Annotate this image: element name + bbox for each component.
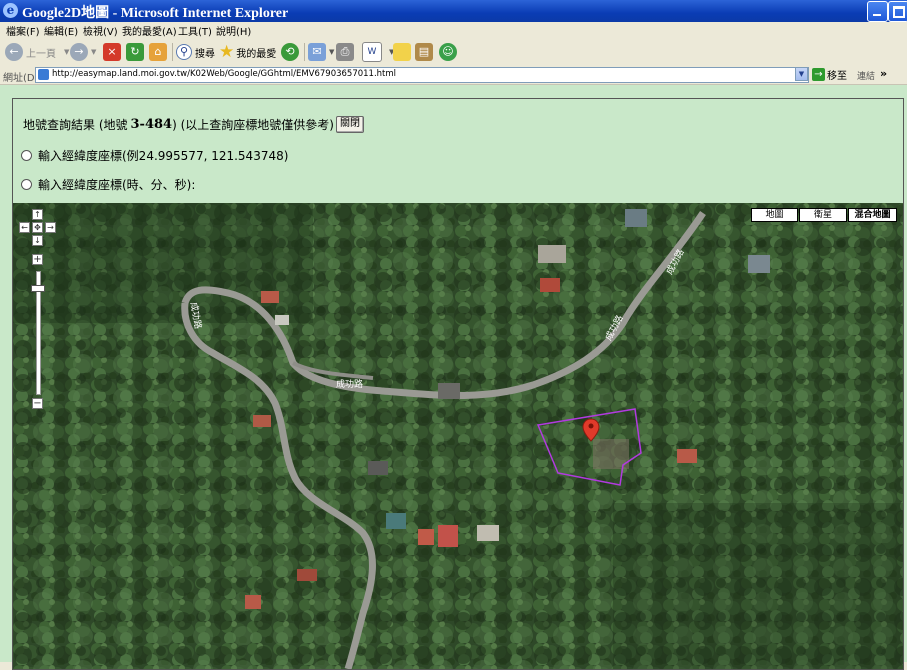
pan-left-icon[interactable]: ← xyxy=(19,222,30,233)
home-button[interactable]: ⌂ xyxy=(149,42,170,62)
pan-right-icon[interactable]: → xyxy=(45,222,56,233)
page-icon xyxy=(38,69,49,80)
road-label: 成功路 xyxy=(336,380,364,390)
address-dropdown[interactable]: ▼ xyxy=(795,67,808,81)
note-icon xyxy=(393,43,411,61)
forward-button[interactable]: → ▼ xyxy=(70,42,96,62)
latlng-decimal-label: 輸入經緯度座標(例24.995577, 121.543748) xyxy=(38,149,289,163)
close-button[interactable]: 關閉 xyxy=(335,116,364,133)
query-result: 地號查詢結果 (地號 3-484 ) (以上查詢座標地號僅供參考) 關閉 xyxy=(23,116,364,133)
minimize-button[interactable] xyxy=(867,1,888,22)
latlng-dms-option[interactable]: 輸入經緯度座標(時、分、秒): xyxy=(21,176,195,193)
radio-dms[interactable] xyxy=(21,179,32,190)
back-button[interactable]: ← 上一頁 ▼ xyxy=(5,42,69,62)
history-button[interactable]: ⟲ xyxy=(281,42,302,62)
result-prefix: 地號查詢結果 (地號 xyxy=(23,118,128,132)
edit-button[interactable]: W ▼ xyxy=(362,42,394,62)
maximize-button[interactable] xyxy=(888,1,907,22)
discuss-button[interactable] xyxy=(393,42,414,62)
address-input[interactable]: http://easymap.land.moi.gov.tw/K02Web/Go… xyxy=(35,67,809,83)
messenger-button[interactable]: ☺ xyxy=(439,42,460,62)
toolbar: ← 上一頁 ▼ → ▼ × ↻ ⌂ ⚲ 搜尋 ★ 我的最愛 ⟲ ✉ ▼ ⎙ W ▼ … xyxy=(0,38,907,67)
satellite-map[interactable]: 成功路 成功路 成功路 成功路 地圖 衛星 混合地圖 ↑ ← ✥ → ↓ + − xyxy=(13,203,903,669)
maptype-map-button[interactable]: 地圖 xyxy=(751,208,798,222)
menu-file[interactable]: 檔案(F) xyxy=(6,23,40,38)
pan-down-icon[interactable]: ↓ xyxy=(32,235,43,246)
go-button[interactable]: → 移至 xyxy=(812,67,847,82)
window-titlebar: e Google2D地圖 - Microsoft Internet Explor… xyxy=(0,0,907,22)
back-arrow-icon: ← xyxy=(5,43,23,61)
refresh-button[interactable]: ↻ xyxy=(126,42,147,62)
address-bar: 網址(D) http://easymap.land.moi.gov.tw/K02… xyxy=(0,66,907,85)
print-icon: ⎙ xyxy=(336,43,354,61)
parcel-number: 3-484 xyxy=(130,117,173,132)
links-button[interactable]: 連結 xyxy=(857,69,875,82)
star-icon: ★ xyxy=(219,42,235,62)
address-label: 網址(D) xyxy=(3,73,39,84)
search-label: 搜尋 xyxy=(195,48,215,60)
word-icon: W xyxy=(362,42,382,62)
favorites-label: 我的最愛 xyxy=(236,48,277,60)
refresh-icon: ↻ xyxy=(126,43,144,61)
zoom-in-icon[interactable]: + xyxy=(32,254,43,265)
mail-button[interactable]: ✉ ▼ xyxy=(308,42,334,62)
zoom-slider-thumb[interactable] xyxy=(31,285,45,292)
ie-icon: e xyxy=(3,3,18,18)
back-label: 上一頁 xyxy=(26,48,56,60)
stop-icon: × xyxy=(103,43,121,61)
maptype-hybrid-button[interactable]: 混合地圖 xyxy=(848,208,897,222)
satellite-imagery xyxy=(13,203,903,669)
stop-button[interactable]: × xyxy=(103,42,124,62)
menu-favorites[interactable]: 我的最愛(A) xyxy=(122,23,177,38)
search-icon: ⚲ xyxy=(176,44,192,60)
search-button[interactable]: ⚲ 搜尋 xyxy=(176,42,215,62)
window-title: Google2D地圖 - Microsoft Internet Explorer xyxy=(22,6,289,21)
favorites-button[interactable]: ★ 我的最愛 xyxy=(219,42,276,62)
research-icon: ▤ xyxy=(415,43,433,61)
radio-decimal[interactable] xyxy=(21,150,32,161)
go-arrow-icon: → xyxy=(812,68,825,81)
forward-arrow-icon: → xyxy=(70,43,88,61)
latlng-dms-label: 輸入經緯度座標(時、分、秒): xyxy=(38,178,196,192)
pan-up-icon[interactable]: ↑ xyxy=(32,209,43,220)
go-label: 移至 xyxy=(827,71,847,82)
research-button[interactable]: ▤ xyxy=(415,42,436,62)
latlng-decimal-option[interactable]: 輸入經緯度座標(例24.995577, 121.543748) xyxy=(21,147,288,164)
page-content: 地號查詢結果 (地號 3-484 ) (以上查詢座標地號僅供參考) 關閉 輸入經… xyxy=(0,85,907,670)
menu-edit[interactable]: 編輯(E) xyxy=(44,23,78,38)
menu-bar: 檔案(F) 編輯(E) 檢視(V) 我的最愛(A) 工具(T) 說明(H) xyxy=(0,22,907,39)
zoom-out-icon[interactable]: − xyxy=(32,398,43,409)
query-panel: 地號查詢結果 (地號 3-484 ) (以上查詢座標地號僅供參考) 關閉 輸入經… xyxy=(12,98,904,670)
menu-view[interactable]: 檢視(V) xyxy=(83,23,118,38)
toolbar-more-icon[interactable]: » xyxy=(880,67,887,80)
maptype-satellite-button[interactable]: 衛星 xyxy=(799,208,847,222)
pan-center-icon[interactable]: ✥ xyxy=(32,222,43,233)
menu-tools[interactable]: 工具(T) xyxy=(178,23,212,38)
home-icon: ⌂ xyxy=(149,43,167,61)
address-url: http://easymap.land.moi.gov.tw/K02Web/Go… xyxy=(52,69,397,79)
messenger-icon: ☺ xyxy=(439,43,457,61)
history-icon: ⟲ xyxy=(281,43,299,61)
menu-help[interactable]: 說明(H) xyxy=(216,23,251,38)
result-suffix: ) (以上查詢座標地號僅供參考) xyxy=(172,118,334,132)
print-button[interactable]: ⎙ xyxy=(336,42,357,62)
mail-icon: ✉ xyxy=(308,43,326,61)
